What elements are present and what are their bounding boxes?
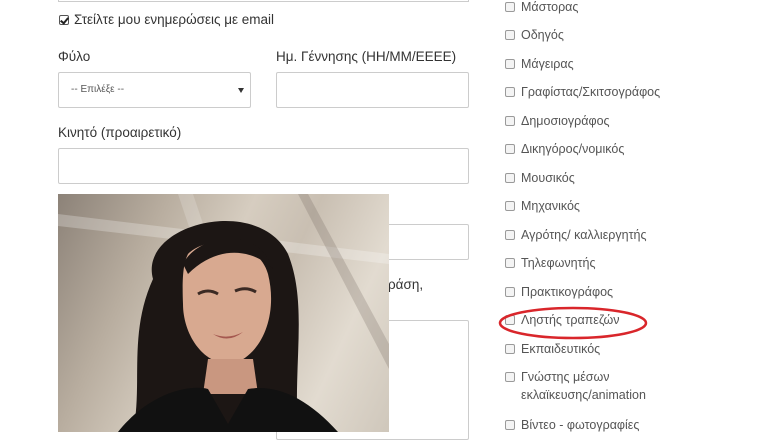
checkbox[interactable] [505, 144, 515, 154]
occupation-label: Αγρότης/ καλλιεργητής [521, 228, 647, 242]
checkbox[interactable] [505, 230, 515, 240]
occupation-label: Μηχανικός [521, 199, 580, 213]
email-updates-label: Στείλτε μου ενημερώσεις με email [74, 12, 275, 27]
checkbox[interactable] [505, 344, 515, 354]
birthdate-label: Ημ. Γέννησης (ΗΗ/ΜΜ/ΕΕΕΕ) [276, 49, 457, 64]
highlight-ellipse [498, 306, 648, 340]
gender-select[interactable]: -- Επιλέξε -- [58, 72, 251, 108]
occupation-label-line1: Γνώστης μέσων [521, 370, 610, 384]
portrait-illustration [58, 194, 389, 432]
checkbox[interactable] [505, 287, 515, 297]
occupation-label: Βίντεο - φωτογραφίες [521, 418, 640, 432]
checkbox[interactable] [505, 116, 515, 126]
checkbox[interactable] [505, 173, 515, 183]
checkbox[interactable] [505, 87, 515, 97]
gender-label: Φύλο [58, 49, 91, 64]
occupation-label: Εκπαιδευτικός [521, 342, 601, 356]
occupation-label: Μάγειρας [521, 57, 574, 71]
checkbox[interactable] [505, 372, 515, 382]
occupation-label: Δημοσιογράφος [521, 114, 610, 128]
previous-field-input[interactable] [58, 0, 469, 2]
checkbox[interactable] [505, 420, 515, 430]
occupation-label: Μουσικός [521, 171, 575, 185]
checkbox[interactable] [505, 201, 515, 211]
chevron-down-icon [238, 88, 244, 93]
occupation-label: Δικηγόρος/νομικός [521, 142, 625, 156]
occupation-label: Τηλεφωνητής [521, 256, 596, 270]
occupation-label: Μάστορας [521, 0, 579, 14]
checkbox[interactable] [505, 30, 515, 40]
checkbox[interactable] [505, 59, 515, 69]
occupation-label-line2: εκλαϊκευσης/animation [521, 388, 646, 402]
occupation-label: Πρακτικογράφος [521, 285, 614, 299]
mobile-input[interactable] [58, 148, 469, 184]
birthdate-input[interactable] [276, 72, 469, 108]
checkbox[interactable] [505, 258, 515, 268]
portrait-photo [58, 194, 389, 432]
email-updates-checkbox[interactable] [59, 15, 69, 25]
gender-select-value: -- Επιλέξε -- [71, 84, 125, 95]
mobile-label: Κινητό (προαιρετικό) [58, 125, 182, 140]
occupation-label: Γραφίστας/Σκιτσογράφος [521, 85, 661, 99]
occupation-label: Οδηγός [521, 28, 564, 42]
checkbox[interactable] [505, 2, 515, 12]
partial-question-text: ράση, [388, 277, 424, 292]
